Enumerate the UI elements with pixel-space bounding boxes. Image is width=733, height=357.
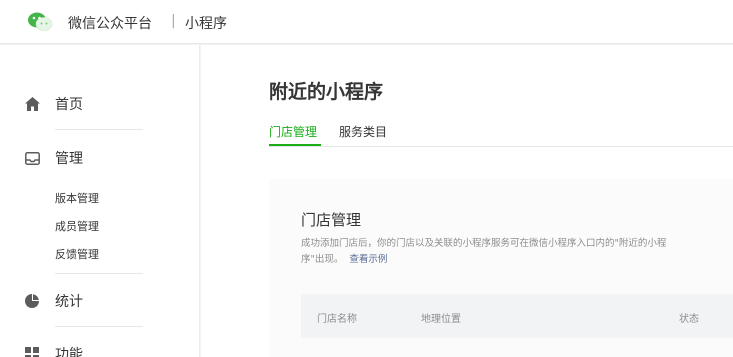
active-tab-indicator	[269, 144, 321, 146]
table-header: 门店名称 地理位置 状态	[301, 294, 733, 338]
sidebar-item-home[interactable]: 首页	[24, 92, 83, 116]
sidebar-item-label: 管理	[55, 151, 83, 167]
sidebar-subitem-members[interactable]: 成员管理	[55, 218, 99, 234]
sidebar: 首页 管理 版本管理 成员管理 反馈管理 统计 功能	[0, 45, 200, 357]
view-example-link[interactable]: 查看示例	[349, 254, 387, 265]
sidebar-divider	[55, 326, 143, 327]
table-header-status: 状态	[679, 314, 699, 325]
card-description: 成功添加门店后，你的门店以及关联的小程序服务可在微信小程序入口内的"附近的小程序…	[301, 236, 681, 268]
sidebar-item-label: 功能	[55, 347, 83, 357]
sidebar-item-label: 统计	[55, 294, 83, 310]
tabs-divider	[269, 146, 733, 147]
platform-name[interactable]: 微信公众平台	[68, 13, 152, 33]
tab-service-category[interactable]: 服务类目	[339, 123, 387, 140]
store-management-card: 门店管理 成功添加门店后，你的门店以及关联的小程序服务可在微信小程序入口内的"附…	[269, 179, 733, 357]
card-title: 门店管理	[301, 211, 362, 229]
table-header-location: 地理位置	[421, 314, 461, 325]
sidebar-divider	[55, 129, 143, 130]
top-bar: 微信公众平台 | 小程序	[0, 0, 733, 44]
wechat-logo-icon[interactable]	[27, 11, 53, 31]
inbox-icon	[24, 150, 40, 166]
table-header-store-name: 门店名称	[317, 314, 357, 325]
sidebar-subitem-feedback[interactable]: 反馈管理	[55, 246, 99, 262]
content-panel: 门店管理 成功添加门店后，你的门店以及关联的小程序服务可在微信小程序入口内的"附…	[269, 179, 733, 357]
sidebar-item-manage[interactable]: 管理	[24, 146, 83, 170]
sidebar-item-stats[interactable]: 统计	[24, 289, 83, 313]
grid-icon	[24, 346, 40, 357]
header-separator: |	[171, 13, 176, 29]
product-name: 小程序	[185, 16, 227, 32]
tab-store-management[interactable]: 门店管理	[269, 123, 317, 140]
sidebar-item-features[interactable]: 功能	[24, 342, 83, 357]
sidebar-divider	[55, 273, 143, 274]
sidebar-item-label: 首页	[55, 97, 83, 113]
home-icon	[24, 96, 40, 112]
sidebar-subitem-version[interactable]: 版本管理	[55, 190, 99, 206]
page-title: 附近的小程序	[269, 81, 384, 103]
main-content: 附近的小程序 门店管理 服务类目 门店管理 成功添加门店后，你的门店以及关联的小…	[201, 45, 733, 357]
pie-chart-icon	[24, 293, 40, 309]
